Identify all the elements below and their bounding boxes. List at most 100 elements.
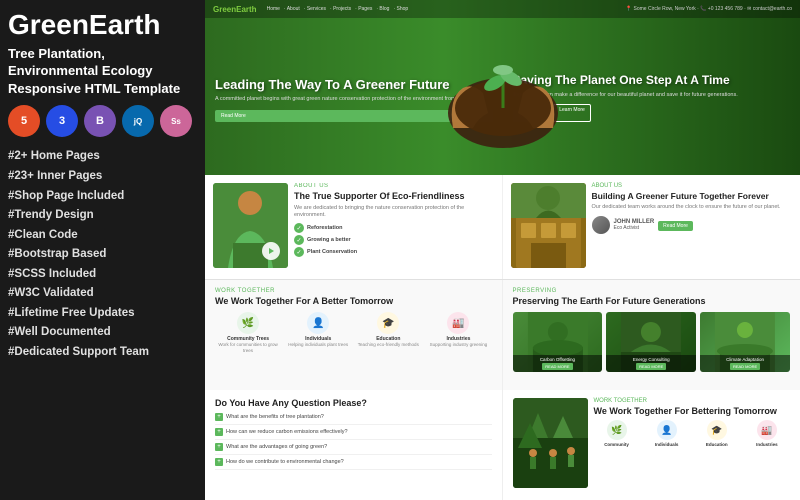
person-avatar [592,216,610,234]
forest-community-icon: 🌿 [607,420,627,440]
tech-css3-icon: 3 [46,105,78,137]
feature-item: #Clean Code [8,226,197,246]
preserve-section: Preserving Preserving The Earth For Futu… [503,280,800,390]
site-subtitle: Tree Plantation, Environmental Ecology R… [8,45,197,98]
eco-feature-2: ✓ Growing a better [294,235,494,245]
forest-education-icon: 🎓 [707,420,727,440]
hero-section: GreenEarth Home · About · Services · Pro… [205,0,800,175]
building-card-image [511,183,586,268]
work-together-subtitle: Work Together [215,288,492,294]
preserve-energy-label: Energy ConsultingREAD MORE [606,355,696,372]
building-card: About Us Building A Greener Future Toget… [503,175,800,279]
faq-text-2: How can we reduce carbon emissions effec… [226,429,348,435]
feature-item: #2+ Home Pages [8,147,197,167]
tech-bootstrap-icon: B [84,105,116,137]
work-icon-education: 🎓 Education Teaching eco-friendly method… [355,312,421,354]
forest-img-inner [513,398,588,488]
eco-feature-label-2: Growing a better [307,237,351,243]
forest-icons-row: 🌿 Community 👤 Individuals 🎓 Education [594,420,791,447]
forest-icon-community: 🌿 Community [594,420,640,447]
forest-card: Work Together We Work Together For Bette… [503,390,800,500]
eco-feature-3: ✓ Plant Conservation [294,247,494,257]
tech-html5-icon: 5 [8,105,40,137]
feature-item: #Shop Page Included [8,187,197,207]
second-row: About Us The True Supporter Of Eco-Frien… [205,175,800,280]
forest-svg [513,398,588,488]
faq-item-1: + What are the benefits of tree plantati… [215,413,492,425]
eco-checkmark-1: ✓ [294,223,304,233]
individuals-text: Helping individuals plant trees [285,342,351,348]
preserve-img-energy: Energy ConsultingREAD MORE [606,312,696,372]
forest-icon-individuals: 👤 Individuals [644,420,690,447]
forest-industries-label: Industries [744,442,790,447]
preserve-carbon-btn[interactable]: READ MORE [542,363,572,370]
building-read-more-btn[interactable]: Read More [658,221,693,231]
faq-item-3: + What are the advantages of going green… [215,443,492,455]
forest-title: We Work Together For Bettering Tomorrow [594,406,791,416]
forest-individuals-label: Individuals [644,442,690,447]
feature-item: #Trendy Design [8,206,197,226]
forest-education-label: Education [694,442,740,447]
building-title: Building A Greener Future Together Forev… [592,191,793,201]
faq-text-4: How do we contribute to environmental ch… [226,459,344,465]
person-row: JOHN MILLER Eco Activist Read More [592,216,793,234]
community-text: Work for communities to grow trees [215,342,281,354]
feature-item-updates: #Lifetime Free Updates [8,304,197,324]
play-icon [267,247,275,255]
right-panel: GreenEarth Home · About · Services · Pro… [205,0,800,500]
site-title: GreenEarth [8,10,197,41]
individuals-icon: 👤 [307,312,329,334]
work-icon-industries: 🏭 Industries Supporting industry greenin… [425,312,491,354]
work-icon-community: 🌿 Community Trees Work for communities t… [215,312,281,354]
building-img-svg [511,183,586,268]
feature-item: #Bootstrap Based [8,245,197,265]
feature-item: #23+ Inner Pages [8,167,197,187]
building-img-inner [511,183,586,268]
tech-sass-icon: Ss [160,105,192,137]
person-role: Eco Activist [614,225,655,231]
faq-icon-1: + [215,413,223,421]
eco-card: About Us The True Supporter Of Eco-Frien… [205,175,503,279]
forest-icon-industries: 🏭 Industries [744,420,790,447]
forest-industries-icon: 🏭 [757,420,777,440]
faq-icon-4: + [215,458,223,466]
preserve-climate-btn[interactable]: READ MORE [730,363,760,370]
hero-center-image [433,18,573,158]
eco-card-image [213,183,288,268]
preserve-climate-label: Climate AdaptationREAD MORE [700,355,790,372]
community-icon: 🌿 [237,312,259,334]
third-row: Work Together We Work Together For A Bet… [205,280,800,390]
faq-section: Do You Have Any Question Please? + What … [205,390,503,500]
forest-subtitle: Work Together [594,398,791,404]
building-card-content: About Us Building A Greener Future Toget… [592,183,793,271]
person-name: JOHN MILLER [614,219,655,225]
education-text: Teaching eco-friendly methods [355,342,421,348]
preserve-energy-btn[interactable]: READ MORE [636,363,666,370]
work-icons-row: 🌿 Community Trees Work for communities t… [215,312,492,354]
faq-text-3: What are the advantages of going green? [226,444,327,450]
features-list: #2+ Home Pages #23+ Inner Pages #Shop Pa… [8,147,197,362]
eco-checkmark-2: ✓ [294,235,304,245]
eco-feature-label-3: Plant Conservation [307,249,357,255]
building-text: Our dedicated team works around the cloc… [592,204,793,212]
person-info: JOHN MILLER Eco Activist [614,219,655,231]
industries-text: Supporting industry greening [425,342,491,348]
faq-item-4: + How do we contribute to environmental … [215,458,492,470]
building-label: About Us [592,183,793,189]
preview-container: GreenEarth Home · About · Services · Pro… [205,0,800,500]
forest-image [513,398,588,488]
education-icon: 🎓 [377,312,399,334]
left-panel: GreenEarth Tree Plantation, Environmenta… [0,0,205,500]
forest-icon-education: 🎓 Education [694,420,740,447]
eco-card-label: About Us [294,183,494,189]
forest-community-label: Community [594,442,640,447]
forest-individuals-icon: 👤 [657,420,677,440]
eco-card-title: The True Supporter Of Eco-Friendliness [294,191,494,202]
forest-content: Work Together We Work Together For Bette… [594,398,791,492]
preserve-subtitle: Preserving [513,288,791,294]
faq-icon-3: + [215,443,223,451]
preserve-carbon-label: Carbon OffsettingREAD MORE [513,355,603,372]
eco-feature-1: ✓ Reforestation [294,223,494,233]
eco-play-button[interactable] [262,242,280,260]
feature-item-docs: #Well Documented [8,323,197,343]
